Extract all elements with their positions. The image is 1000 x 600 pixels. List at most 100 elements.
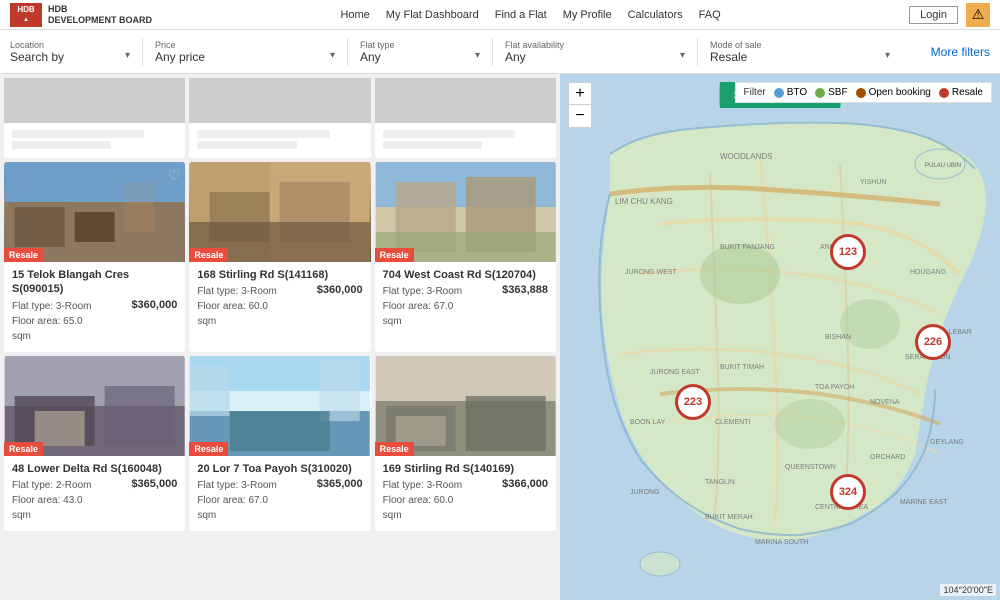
cluster-count: 123 xyxy=(839,246,857,258)
login-button[interactable]: Login xyxy=(909,6,958,24)
card-price-1: $360,000 xyxy=(131,299,177,314)
svg-text:WOODLANDS: WOODLANDS xyxy=(720,152,772,161)
card-floor-area-3: Floor area: 67.0 xyxy=(383,299,548,314)
card-sqm-3: sqm xyxy=(383,314,548,329)
phantom-image xyxy=(189,78,370,123)
card-photo-2 xyxy=(189,162,370,262)
nav-links: Home My Flat Dashboard Find a Flat My Pr… xyxy=(340,9,720,21)
card-image-1: Resale ♡ xyxy=(4,162,185,262)
listing-card-3[interactable]: Resale 704 West Coast Rd S(120704) Flat … xyxy=(375,162,556,352)
divider-3 xyxy=(492,38,493,66)
location-select[interactable]: Search by xyxy=(10,50,130,64)
listing-card-2[interactable]: Resale 168 Stirling Rd S(141168) Flat ty… xyxy=(189,162,370,352)
legend-resale: Resale xyxy=(939,87,983,98)
map-cluster-223[interactable]: 223 xyxy=(675,384,711,420)
flat-avail-chevron-icon: ▾ xyxy=(680,50,685,61)
card-body-2: 168 Stirling Rd S(141168) Flat type: 3-R… xyxy=(189,262,370,337)
flat-type-select[interactable]: Any xyxy=(360,50,480,64)
card-title-5: 20 Lor 7 Toa Payoh S(310020) xyxy=(197,462,351,476)
card-photo-5 xyxy=(189,356,370,456)
card-title-1: 15 Telok Blangah Cres S(090015) xyxy=(12,268,177,297)
card-photo-4 xyxy=(4,356,185,456)
nav-faq[interactable]: FAQ xyxy=(699,9,721,21)
card-body-4: 48 Lower Delta Rd S(160048) Flat type: 2… xyxy=(4,456,185,531)
filter-bar: Location Search by ▾ Price Any price ▾ F… xyxy=(0,30,1000,74)
nav-home[interactable]: Home xyxy=(340,9,369,21)
nav-profile[interactable]: My Profile xyxy=(563,9,612,21)
flat-type-filter: Flat type Any ▾ xyxy=(360,40,480,64)
filter-legend-label: Filter xyxy=(744,87,766,98)
resale-badge-6: Resale xyxy=(375,442,414,456)
card-price-3: $363,888 xyxy=(502,284,548,299)
card-photo-1 xyxy=(4,162,185,262)
more-filters-link[interactable]: More filters xyxy=(931,45,990,59)
card-sqm-2: sqm xyxy=(197,314,362,329)
map-cluster-226[interactable]: 226 xyxy=(915,324,951,360)
card-floor-area-4: Floor area: 43.0 xyxy=(12,493,177,508)
card-price-6: $366,000 xyxy=(502,478,548,493)
resale-label: Resale xyxy=(952,87,983,98)
nav-calculators[interactable]: Calculators xyxy=(628,9,683,21)
sbf-dot xyxy=(815,88,825,98)
card-image-2: Resale xyxy=(189,162,370,262)
card-floor-area-1: Floor area: 65.0 xyxy=(12,314,177,329)
flat-avail-label: Flat availability xyxy=(505,40,685,50)
alert-button[interactable]: ⚠ xyxy=(966,3,990,27)
svg-text:BUKIT TIMAH: BUKIT TIMAH xyxy=(720,364,764,371)
header-right: Login ⚠ xyxy=(909,3,990,27)
listing-card-4[interactable]: Resale 48 Lower Delta Rd S(160048) Flat … xyxy=(4,356,185,531)
svg-text:NOVENA: NOVENA xyxy=(870,399,900,406)
map-zoom-in-button[interactable]: + xyxy=(569,83,591,105)
flat-avail-filter: Flat availability Any ▾ xyxy=(505,40,685,64)
wishlist-icon-1[interactable]: ♡ xyxy=(168,167,181,184)
legend-open-booking: Open booking xyxy=(856,87,931,98)
resale-badge-3: Resale xyxy=(375,248,414,262)
phantom-card xyxy=(4,78,185,158)
card-photo-3 xyxy=(375,162,556,262)
listing-card-5[interactable]: Resale 20 Lor 7 Toa Payoh S(310020) Flat… xyxy=(189,356,370,531)
listings-panel: Resale ♡ 15 Telok Blangah Cres S(090015)… xyxy=(0,74,560,600)
svg-text:HOUGANG: HOUGANG xyxy=(910,269,946,276)
svg-text:LIM CHU KANG: LIM CHU KANG xyxy=(615,197,673,206)
price-select[interactable]: Any price xyxy=(155,50,335,64)
flat-avail-select[interactable]: Any xyxy=(505,50,685,64)
price-filter: Price Any price ▾ xyxy=(155,40,335,64)
main-content: Resale ♡ 15 Telok Blangah Cres S(090015)… xyxy=(0,74,1000,600)
flat-type-label: Flat type xyxy=(360,40,480,50)
open-booking-dot xyxy=(856,88,866,98)
open-booking-label: Open booking xyxy=(869,87,931,98)
listings-grid: Resale ♡ 15 Telok Blangah Cres S(090015)… xyxy=(4,78,556,531)
phantom-card xyxy=(375,78,556,158)
resale-badge-5: Resale xyxy=(189,442,228,456)
cluster-count: 226 xyxy=(924,336,942,348)
card-price-5: $365,000 xyxy=(317,478,363,493)
card-image-3: Resale xyxy=(375,162,556,262)
location-label: Location xyxy=(10,40,130,50)
phantom-card xyxy=(189,78,370,158)
map-cluster-324[interactable]: 324 xyxy=(830,474,866,510)
card-body-6: 169 Stirling Rd S(140169) Flat type: 3-R… xyxy=(375,456,556,531)
mode-sale-select[interactable]: Resale xyxy=(710,50,890,64)
listing-card-1[interactable]: Resale ♡ 15 Telok Blangah Cres S(090015)… xyxy=(4,162,185,352)
card-body-3: 704 West Coast Rd S(120704) Flat type: 3… xyxy=(375,262,556,337)
resale-badge-2: Resale xyxy=(189,248,228,262)
svg-text:BUKIT PANJANG: BUKIT PANJANG xyxy=(720,244,775,251)
listing-card-6[interactable]: Resale 169 Stirling Rd S(140169) Flat ty… xyxy=(375,356,556,531)
svg-text:YISHUN: YISHUN xyxy=(860,179,886,186)
svg-text:ORCHARD: ORCHARD xyxy=(870,454,905,461)
map-cluster-123[interactable]: 123 xyxy=(830,234,866,270)
nav-dashboard[interactable]: My Flat Dashboard xyxy=(386,9,479,21)
card-floor-area-2: Floor area: 60.0 xyxy=(197,299,362,314)
map-zoom-out-button[interactable]: − xyxy=(569,105,591,127)
divider-1 xyxy=(142,38,143,66)
card-flat-type-4: Flat type: 2-Room xyxy=(12,478,91,493)
svg-text:JURONG: JURONG xyxy=(630,489,660,496)
card-price-4: $365,000 xyxy=(131,478,177,493)
svg-text:JURONG WEST: JURONG WEST xyxy=(625,269,677,276)
map-filter-bar: Filter BTO SBF Open booking Resale xyxy=(735,82,993,103)
svg-text:QUEENSTOWN: QUEENSTOWN xyxy=(785,464,836,471)
nav-find-flat[interactable]: Find a Flat xyxy=(495,9,547,21)
flat-type-chevron-icon: ▾ xyxy=(475,50,480,61)
phantom-body xyxy=(375,123,556,156)
legend-bto: BTO xyxy=(774,87,807,98)
